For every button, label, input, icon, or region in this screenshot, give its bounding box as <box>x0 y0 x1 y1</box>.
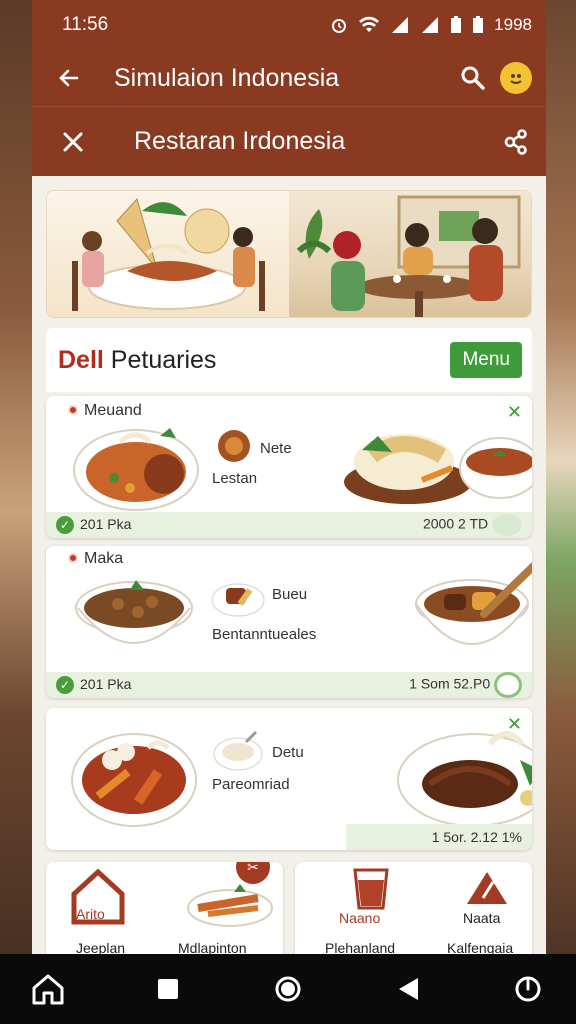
category-badge-2: Naata <box>463 910 501 926</box>
section-title-text: Petuaries <box>103 345 217 374</box>
recents-square-icon[interactable] <box>148 969 188 1009</box>
check-icon: ✓ <box>56 516 74 534</box>
tag-icon[interactable] <box>492 514 522 536</box>
profile-avatar-icon[interactable] <box>500 62 532 94</box>
card-footer: ✓ 201 Pka 2000 2 TD <box>46 512 532 538</box>
sub-bar: Restaran Irdonesia <box>32 106 546 176</box>
footer-right: 2000 2 TD <box>422 515 489 532</box>
home-icon[interactable] <box>28 969 68 1009</box>
footer-right: 1 5or. 2.12 1% <box>431 829 522 845</box>
battery-icon <box>450 16 462 34</box>
location-pin-icon <box>68 553 78 563</box>
location-pin-icon <box>68 405 78 415</box>
steak-plate-image <box>397 731 532 827</box>
back-triangle-icon[interactable] <box>388 969 428 1009</box>
category-card-1[interactable]: Arito ✂ Jeeplan Mdlapinton <box>46 862 283 954</box>
dish-thumbnail <box>218 430 250 462</box>
back-arrow-icon[interactable] <box>52 61 86 95</box>
category-caption-left: Jeeplan <box>76 940 126 954</box>
dish-thumbnail <box>211 583 265 617</box>
card-footer: ✓ 201 Pka 1 Som 52.P0 <box>46 672 532 698</box>
footer-left: 201 Pka <box>80 516 132 532</box>
check-icon: ✓ <box>56 676 74 694</box>
card-label: Meuand <box>84 402 142 419</box>
wifi-icon <box>358 16 380 34</box>
hero-dining-illustration <box>289 191 531 317</box>
card-label: Maka <box>84 550 124 567</box>
status-bar: 11:56 1998 <box>32 0 546 50</box>
signal-icon-2 <box>420 16 440 34</box>
category-badge: Arito <box>76 906 105 922</box>
dish-thumbnail <box>187 884 273 927</box>
category-badge: Naano <box>339 910 381 926</box>
pen-icon <box>467 872 507 904</box>
hero-banner[interactable] <box>46 190 532 318</box>
alarm-icon <box>330 16 348 34</box>
footer-left: 201 Pka <box>80 676 132 692</box>
menu-card-1[interactable]: Meuand ✕ Nete Lestan ✓ 201 Pka 2000 2 TD <box>46 396 532 538</box>
dish-thumbnail <box>213 730 263 771</box>
phone-screen: 11:56 1998 Simulaion Indonesia Restaran … <box>32 0 546 954</box>
dish-platter-image <box>344 434 532 504</box>
dish-image <box>73 428 199 511</box>
category-card-2[interactable]: Naano Naata Plehanland Kalfengaia <box>295 862 532 954</box>
category-caption-right: Kalfengaia <box>447 940 514 954</box>
item-subtitle: Lestan <box>212 470 258 487</box>
soup-bowl-image <box>415 562 532 645</box>
background-scenery-left <box>0 0 32 1024</box>
dish-image <box>71 733 197 827</box>
category-caption-right: Mdlapinton <box>178 940 247 954</box>
item-subtitle: Pareomriad <box>212 776 290 793</box>
item-name: Bueu <box>272 586 308 603</box>
menu-card-2[interactable]: Maka Bueu Bentanntueales ✓ 201 Pka 1 Som… <box>46 546 532 698</box>
power-icon[interactable] <box>508 969 548 1009</box>
section-title: Dell Petuaries <box>58 346 216 375</box>
battery-icon-2 <box>472 16 484 34</box>
hero-food-illustration <box>47 191 289 317</box>
system-nav-bar <box>0 954 576 1024</box>
menu-button[interactable]: Menu <box>450 342 522 378</box>
section-title-highlight: Dell <box>58 345 104 374</box>
category-caption-left: Plehanland <box>325 940 396 954</box>
dish-image <box>75 580 193 644</box>
app-title: Simulaion Indonesia <box>114 63 340 92</box>
footer-right: 1 Som 52.P0 <box>409 675 491 692</box>
background-scenery-right <box>546 0 576 1024</box>
home-circle-icon[interactable] <box>268 969 308 1009</box>
share-icon[interactable] <box>498 125 532 159</box>
menu-card-3[interactable]: ✕ Detu Pareomriad 1 5or. 2.12 1% <box>46 708 532 850</box>
search-icon[interactable] <box>456 61 490 95</box>
card-footer: 1 5or. 2.12 1% <box>346 824 532 850</box>
item-name: Nete <box>260 440 292 457</box>
drink-glass-icon <box>353 868 389 910</box>
item-subtitle: Bentanntueales <box>212 626 317 643</box>
sub-title: Restaran Irdonesia <box>134 127 346 155</box>
app-bar: Simulaion Indonesia <box>32 50 546 106</box>
section-header: Dell Petuaries Menu <box>46 328 532 392</box>
main-content: Dell Petuaries Menu Meuand ✕ Nete Lestan <box>32 176 546 954</box>
item-name: Detu <box>272 744 304 761</box>
bottom-category-row: Arito ✂ Jeeplan Mdlapinton Naano Naata P… <box>46 862 532 954</box>
timer-icon[interactable] <box>494 672 522 698</box>
close-icon[interactable] <box>56 125 90 159</box>
signal-icon <box>390 16 410 34</box>
status-time: 11:56 <box>62 14 109 35</box>
status-right-text: 1998 <box>494 15 532 34</box>
